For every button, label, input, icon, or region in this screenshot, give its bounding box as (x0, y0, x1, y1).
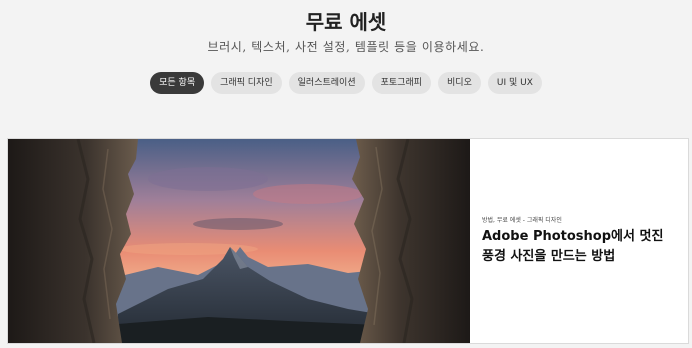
landscape-photo (8, 139, 470, 343)
article-headline-line1: Adobe Photoshop에서 멋진 (482, 229, 664, 244)
filter-chip-photography[interactable]: 포토그래피 (371, 72, 432, 94)
filter-chip-all[interactable]: 모든 항목 (150, 72, 205, 94)
page-subtitle: 브러시, 텍스처, 사전 설정, 템플릿 등을 이용하세요. (207, 40, 485, 54)
featured-article-text: 방법, 무료 에셋 - 그래픽 디자인 Adobe Photoshop에서 멋진… (482, 139, 682, 343)
category-filter-bar: 모든 항목 그래픽 디자인 일러스트레이션 포토그래피 비디오 UI 및 UX (0, 72, 692, 94)
article-headline[interactable]: Adobe Photoshop에서 멋진 풍경 사진을 만드는 방법 (482, 227, 688, 267)
featured-article-card[interactable]: 방법, 무료 에셋 - 그래픽 디자인 Adobe Photoshop에서 멋진… (7, 138, 689, 344)
article-meta: 방법, 무료 에셋 - 그래픽 디자인 (482, 217, 562, 224)
article-headline-line2: 풍경 사진을 만드는 방법 (482, 249, 616, 264)
filter-chip-graphic-design[interactable]: 그래픽 디자인 (211, 72, 282, 94)
filter-chip-illustration[interactable]: 일러스트레이션 (288, 72, 365, 94)
filter-chip-ui-ux[interactable]: UI 및 UX (487, 72, 542, 94)
page-title: 무료 에셋 (305, 10, 387, 34)
featured-article-image[interactable] (8, 139, 470, 343)
filter-chip-video[interactable]: 비디오 (438, 72, 481, 94)
